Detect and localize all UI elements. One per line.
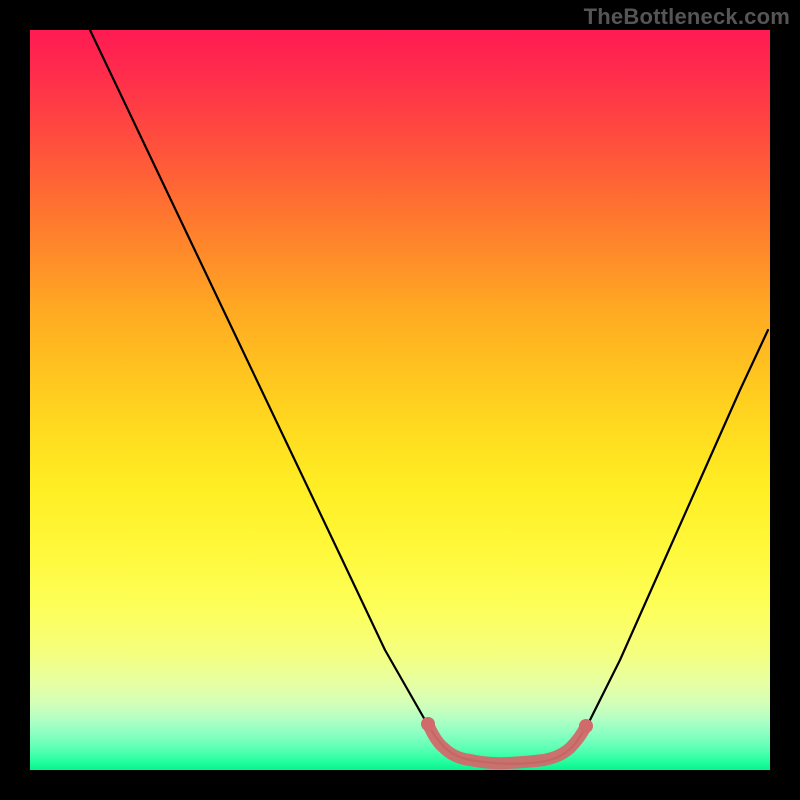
plot-area xyxy=(30,30,770,770)
curve-path xyxy=(90,30,768,764)
curve-bottom-highlight xyxy=(428,724,586,763)
attribution-label: TheBottleneck.com xyxy=(584,4,790,30)
curve-dot-right xyxy=(579,719,593,733)
chart-frame: TheBottleneck.com xyxy=(0,0,800,800)
bottleneck-curve xyxy=(30,30,770,770)
curve-dot-left xyxy=(421,717,435,731)
